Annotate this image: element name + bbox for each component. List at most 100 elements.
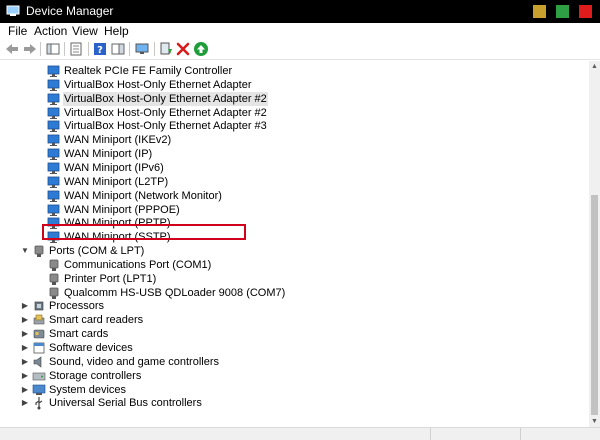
status-divider (430, 428, 431, 440)
menu-help[interactable]: Help (104, 24, 129, 38)
tree-item-network-adapter[interactable]: VirtualBox Host-Only Ethernet Adapter #2 (0, 91, 580, 106)
tree-item-label: WAN Miniport (Network Monitor) (64, 189, 222, 202)
show-hide-console-tree-icon[interactable] (45, 41, 61, 57)
tree-category-system-devices[interactable]: ▶ System devices (0, 383, 580, 397)
minimize-button[interactable] (533, 5, 546, 18)
tree-item-label: VirtualBox Host-Only Ethernet Adapter #3 (64, 120, 267, 133)
tree-item-network-adapter[interactable]: WAN Miniport (Network Monitor) (0, 189, 580, 203)
expand-arrow-icon[interactable]: ▶ (20, 383, 30, 397)
tree-item-label: Qualcomm HS-USB QDLoader 9008 (COM7) (64, 286, 286, 299)
status-bar (0, 427, 600, 440)
port-icon (47, 258, 61, 272)
back-icon[interactable] (4, 41, 20, 57)
tree-category-storage-controllers[interactable]: ▶ Storage controllers (0, 369, 580, 383)
tree-category-smart-card-readers[interactable]: ▶ Smart card readers (0, 313, 580, 327)
tree-item-label: VirtualBox Host-Only Ethernet Adapter #2 (63, 91, 268, 106)
system-device-icon (32, 383, 46, 397)
tree-category-processors[interactable]: ▶ Processors (0, 299, 580, 313)
tree-item-network-adapter[interactable]: Realtek PCIe FE Family Controller (0, 64, 580, 78)
status-divider (520, 428, 521, 440)
menu-view[interactable]: View (72, 24, 98, 38)
usb-controller-icon (32, 396, 46, 410)
device-manager-icon (6, 5, 20, 16)
menu-file[interactable]: File (8, 24, 27, 38)
scroll-thumb[interactable] (591, 195, 598, 415)
tree-item-port[interactable]: Communications Port (COM1) (0, 258, 580, 272)
network-adapter-icon (47, 78, 61, 92)
scroll-up-arrow[interactable]: ▲ (589, 61, 600, 72)
enable-device-icon[interactable] (193, 41, 209, 57)
network-adapter-icon (47, 147, 61, 161)
tree-item-label: Software devices (49, 342, 133, 354)
processor-icon (32, 299, 46, 313)
tree-item-network-adapter[interactable]: WAN Miniport (PPPOE) (0, 203, 580, 217)
device-tree[interactable]: Realtek PCIe FE Family Controller Virtual… (0, 61, 589, 427)
properties-icon[interactable] (68, 41, 84, 57)
network-adapter-icon (47, 92, 61, 106)
tree-item-label: WAN Miniport (L2TP) (64, 175, 169, 188)
toolbar-separator (64, 42, 65, 56)
close-button[interactable] (579, 5, 592, 18)
expand-arrow-icon[interactable]: ▶ (20, 313, 30, 327)
expand-arrow-icon[interactable]: ▶ (20, 396, 30, 410)
tree-category-ports[interactable]: ▼ Ports (COM & LPT) (0, 244, 580, 258)
tree-item-label: System devices (49, 383, 127, 396)
expand-arrow-icon[interactable]: ▶ (20, 355, 30, 369)
tree-item-label: VirtualBox Host-Only Ethernet Adapter (64, 78, 252, 91)
software-device-icon (32, 341, 46, 355)
svg-text:?: ? (97, 45, 103, 56)
update-driver-icon[interactable] (158, 41, 174, 57)
toolbar-separator (129, 42, 130, 56)
port-icon (47, 272, 61, 286)
tree-item-label: WAN Miniport (PPPOE) (64, 203, 180, 216)
tree-item-network-adapter[interactable]: VirtualBox Host-Only Ethernet Adapter #3 (0, 119, 580, 133)
menu-bar: File Action View Help (0, 23, 600, 39)
network-adapter-icon (47, 189, 61, 203)
tree-item-label: WAN Miniport (IP) (64, 148, 153, 161)
menu-action[interactable]: Action (34, 24, 67, 38)
network-adapter-icon (47, 106, 61, 120)
smart-card-icon (32, 327, 46, 341)
maximize-button[interactable] (556, 5, 569, 18)
tree-item-label: Storage controllers (49, 369, 142, 382)
tree-item-network-adapter[interactable]: WAN Miniport (IPv6) (0, 161, 580, 175)
tree-item-network-adapter[interactable]: VirtualBox Host-Only Ethernet Adapter #2 (0, 106, 580, 120)
tree-item-label: Universal Serial Bus controllers (49, 397, 202, 410)
help-icon[interactable]: ? (92, 41, 108, 57)
network-adapter-icon (47, 161, 61, 175)
tree-category-sound-video-and-game-controllers[interactable]: ▶ Sound, video and game controllers (0, 355, 580, 369)
tree-item-network-adapter[interactable]: VirtualBox Host-Only Ethernet Adapter (0, 78, 580, 92)
expand-arrow-icon[interactable]: ▶ (20, 327, 30, 341)
scroll-down-arrow[interactable]: ▼ (589, 416, 600, 427)
display-monitor-icon[interactable] (134, 41, 150, 57)
tree-item-label: VirtualBox Host-Only Ethernet Adapter #2 (64, 106, 267, 119)
tree-item-label: Realtek PCIe FE Family Controller (64, 65, 233, 77)
smart-card-reader-icon (32, 313, 46, 327)
tree-item-qualcomm-port[interactable]: Qualcomm HS-USB QDLoader 9008 (COM7) (0, 286, 580, 300)
tree-item-label: Communications Port (COM1) (64, 258, 212, 271)
network-adapter-icon (47, 203, 61, 217)
expand-arrow-icon[interactable]: ▶ (20, 341, 30, 355)
network-adapter-icon (47, 175, 61, 189)
port-icon (47, 286, 61, 300)
forward-icon[interactable] (22, 41, 38, 57)
expand-arrow-icon[interactable]: ▶ (20, 299, 30, 313)
collapse-arrow-icon[interactable]: ▼ (20, 244, 30, 258)
network-adapter-icon (47, 133, 61, 147)
tree-item-label: Printer Port (LPT1) (64, 272, 157, 285)
tree-item-network-adapter[interactable]: WAN Miniport (IKEv2) (0, 133, 580, 147)
tree-item-port[interactable]: Printer Port (LPT1) (0, 272, 580, 286)
tree-category-smart-cards[interactable]: ▶ Smart cards (0, 327, 580, 341)
tree-category-software-devices[interactable]: ▶ Software devices (0, 341, 580, 355)
tree-item-label: Sound, video and game controllers (49, 355, 219, 368)
tree-item-label: Ports (COM & LPT) (49, 245, 145, 258)
tree-item-network-adapter[interactable]: WAN Miniport (IP) (0, 147, 580, 161)
expand-arrow-icon[interactable]: ▶ (20, 369, 30, 383)
tree-item-network-adapter[interactable]: WAN Miniport (L2TP) (0, 175, 580, 189)
uninstall-icon[interactable] (175, 41, 191, 57)
tree-category-universal-serial-bus-controllers[interactable]: ▶ Universal Serial Bus controllers (0, 396, 580, 410)
vertical-scrollbar[interactable]: ▲ ▼ (589, 61, 600, 427)
action-pane-icon[interactable] (110, 41, 126, 57)
network-adapter-icon (47, 119, 61, 133)
network-adapter-icon (47, 64, 61, 78)
